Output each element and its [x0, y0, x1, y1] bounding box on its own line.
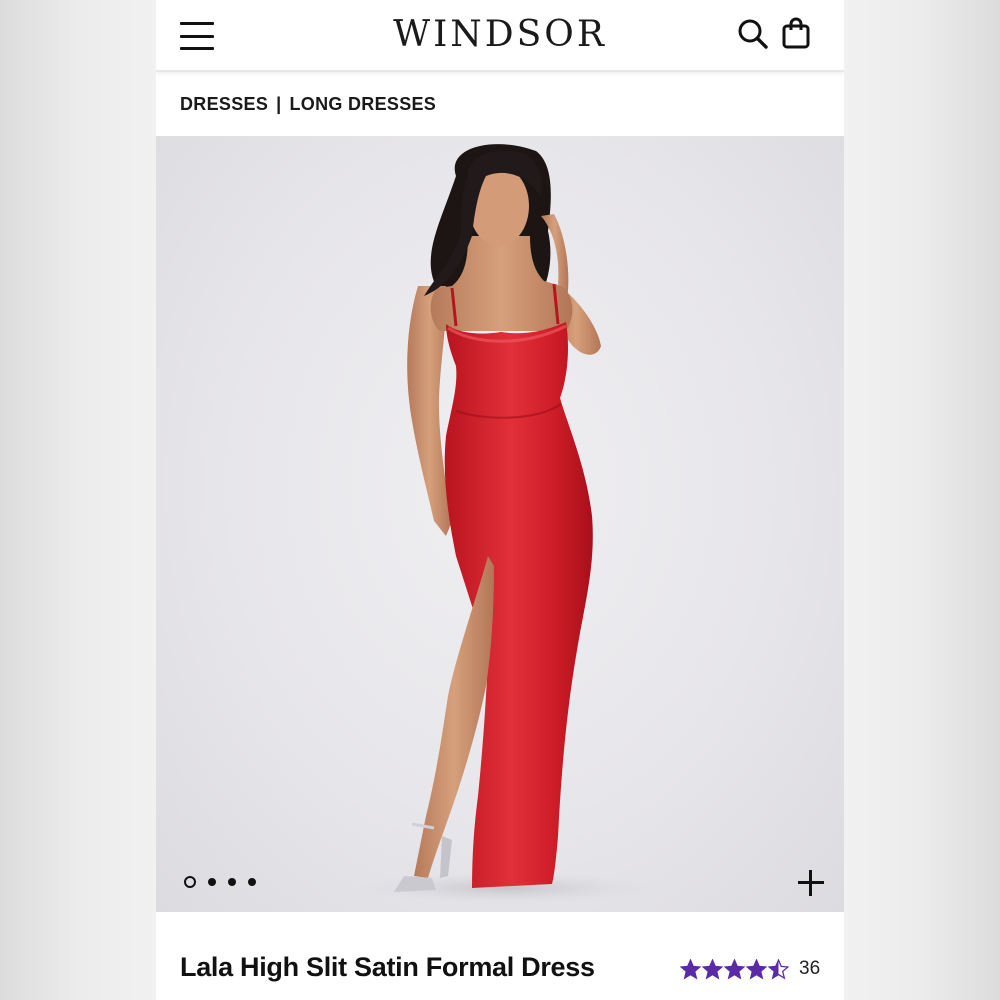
product-photo [356, 144, 656, 904]
search-icon[interactable] [736, 16, 770, 52]
gallery-dot-4[interactable] [248, 878, 256, 886]
gallery-pagination [184, 876, 256, 888]
product-rating[interactable]: 36 [680, 958, 820, 980]
breadcrumb: DRESSES | LONG DRESSES [180, 93, 436, 115]
star-icon [680, 958, 701, 979]
star-icon [724, 958, 745, 979]
rating-stars [680, 958, 789, 980]
phone-screen: WINDSOR DRESSES | LONG DRESSES Lala High… [156, 0, 844, 1000]
breadcrumb-separator: | [276, 93, 282, 114]
star-icon [702, 958, 723, 979]
shopping-bag-icon[interactable] [780, 16, 814, 52]
product-title: Lala High Slit Satin Formal Dress [180, 952, 595, 982]
site-header: WINDSOR [156, 0, 844, 72]
gallery-dot-2[interactable] [208, 878, 216, 886]
product-image-gallery[interactable] [156, 136, 844, 912]
star-icon [768, 958, 789, 979]
plus-icon[interactable] [796, 868, 826, 898]
star-icon [746, 958, 767, 979]
breadcrumb-long-dresses[interactable]: LONG DRESSES [289, 94, 436, 115]
gallery-dot-1[interactable] [184, 876, 196, 888]
review-count[interactable]: 36 [799, 958, 820, 980]
breadcrumb-dresses[interactable]: DRESSES [180, 94, 268, 115]
gallery-dot-3[interactable] [228, 878, 236, 886]
